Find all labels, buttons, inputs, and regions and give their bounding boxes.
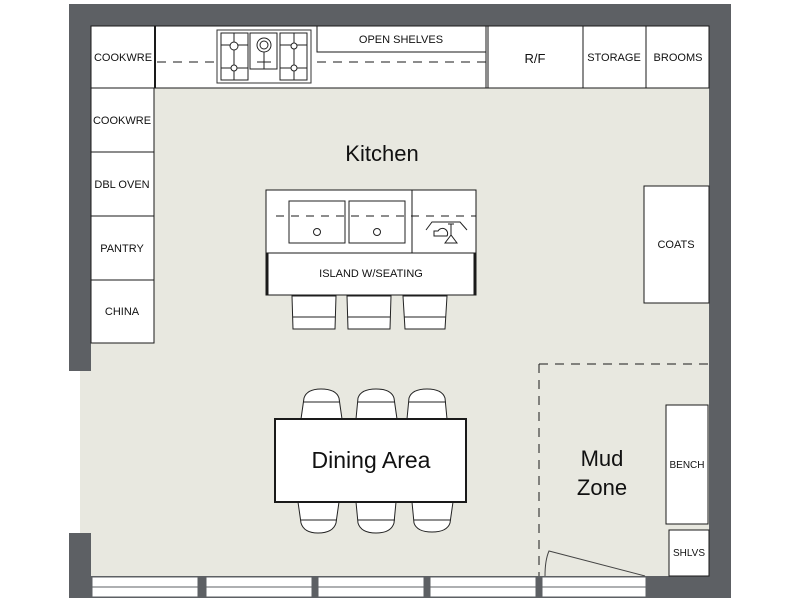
chair[interactable] (355, 388, 398, 420)
coats-label: COATS (657, 239, 694, 251)
wall-top (69, 4, 731, 26)
door-threshold[interactable] (541, 576, 647, 598)
bench-label: BENCH (669, 460, 704, 471)
room-label-zone: Zone (577, 475, 627, 500)
top-cabinets: COOKWRE OPEN SHELVES R/F STORAGE BROOMS (90, 25, 710, 89)
room-label-dining: Dining Area (312, 447, 431, 473)
island[interactable]: ISLAND W/SEATING (265, 189, 477, 296)
chair[interactable] (355, 501, 397, 534)
cabinet-cookware-left-label: COOKWRE (93, 115, 151, 127)
chair[interactable] (411, 501, 454, 533)
cabinet-china-label: CHINA (105, 306, 140, 318)
wall-left-upper (69, 4, 91, 371)
room-label-kitchen: Kitchen (345, 141, 418, 166)
cabinet-cookware-top-label: COOKWRE (94, 52, 152, 64)
cooktop-icon (216, 29, 312, 84)
window[interactable] (429, 576, 537, 598)
island-stools (291, 295, 448, 330)
stool[interactable] (291, 295, 337, 330)
windows (91, 576, 647, 598)
chair[interactable] (297, 501, 340, 534)
floor-plan: COOKWRE OPEN SHELVES R/F STORAGE BROOMS … (69, 4, 731, 598)
cabinet-pantry-label: PANTRY (100, 243, 144, 255)
shelves-label: SHLVS (673, 548, 705, 559)
island-label: ISLAND W/SEATING (319, 268, 423, 280)
window[interactable] (317, 576, 425, 598)
cabinet-dbl-oven-label: DBL OVEN (94, 179, 149, 191)
fridge-label: R/F (525, 51, 546, 66)
open-shelves-label: OPEN SHELVES (359, 34, 443, 46)
chair[interactable] (300, 388, 343, 420)
room-label-mud: Mud (581, 446, 624, 471)
left-cabinets: COOKWRE DBL OVEN PANTRY CHINA (90, 87, 155, 344)
brooms-label: BROOMS (654, 52, 703, 64)
window[interactable] (91, 576, 199, 598)
stool[interactable] (346, 295, 392, 330)
chair[interactable] (406, 388, 448, 420)
window[interactable] (205, 576, 313, 598)
opening-floor (80, 371, 92, 533)
wall-right (709, 4, 731, 598)
storage-label: STORAGE (587, 52, 641, 64)
stool[interactable] (402, 295, 448, 330)
